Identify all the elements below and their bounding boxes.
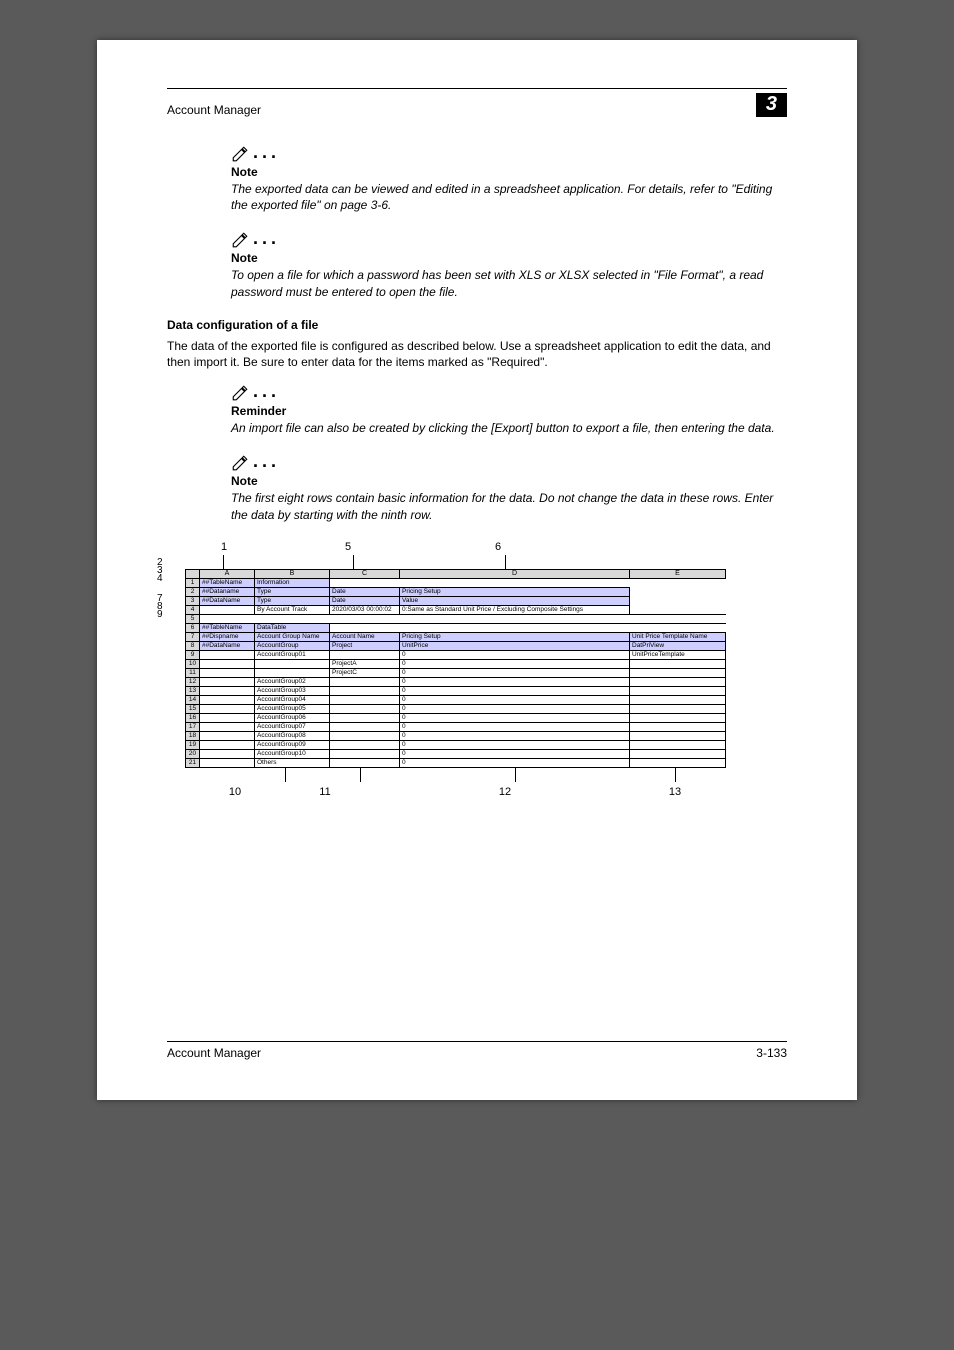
note-icon [231,454,249,472]
table-row: 5 [186,614,726,623]
table-row: 19AccountGroup090 [186,740,726,749]
table-row: 17AccountGroup070 [186,722,726,731]
callout-13: 13 [645,786,705,798]
table-row: 2##DatanameTypeDatePricing Setup [186,587,726,596]
table-row: 13AccountGroup030 [186,686,726,695]
table-row: 4By Account Track2020/03/03 00:00:020:Sa… [186,605,726,614]
document-page: Account Manager 3 ... Note The exported … [97,40,857,1100]
callout-4: 4 [157,575,163,583]
table-row: 20AccountGroup100 [186,749,726,758]
table-row: 14AccountGroup040 [186,695,726,704]
callout-9: 9 [157,611,163,619]
table-row: 7##DispnameAccount Group NameAccount Nam… [186,632,726,641]
note-block-1: ... Note The exported data can be viewed… [231,145,787,213]
section-heading: Data configuration of a file [167,318,787,332]
reminder-label: Reminder [231,404,787,418]
main-content: ... Note The exported data can be viewed… [231,145,787,798]
note-label: Note [231,474,787,488]
page-header: Account Manager 3 [167,93,787,117]
page-footer: Account Manager 3-133 [167,1041,787,1060]
header-rule [167,88,787,89]
left-callouts: 2 3 4 7 8 9 [157,559,163,619]
ellipsis-icon: ... [253,382,280,400]
table-row: 18AccountGroup080 [186,731,726,740]
spreadsheet-table: A B C D E 1##TableNameInformation 2##Dat… [185,569,726,768]
callout-10: 10 [185,786,285,798]
callout-11: 11 [285,786,365,798]
note-block-3: ... Note The first eight rows contain ba… [231,454,787,522]
table-row: 8##DataNameAccountGroupProjectUnitPriceD… [186,641,726,650]
note-icon [231,231,249,249]
column-header-row: A B C D E [186,569,726,578]
table-row: 15AccountGroup050 [186,704,726,713]
callout-1: 1 [185,541,263,553]
callout-6: 6 [413,541,583,553]
reminder-body: An import file can also be created by cl… [231,420,787,436]
footer-left: Account Manager [167,1046,261,1060]
reminder-block: ... Reminder An import file can also be … [231,384,787,436]
spreadsheet-figure: 1 5 6 2 3 4 7 8 9 [167,541,787,798]
callout-5: 5 [283,541,413,553]
ellipsis-icon: ... [253,143,280,161]
note-body: The exported data can be viewed and edit… [231,181,787,213]
note-icon [231,145,249,163]
note-label: Note [231,165,787,179]
table-row: 6##TableNameDataTable [186,623,726,632]
table-row: 11ProjectC0 [186,668,726,677]
note-body: To open a file for which a password has … [231,267,787,299]
section-paragraph: The data of the exported file is configu… [167,338,787,370]
footer-rule [167,1041,787,1042]
chapter-number: 3 [756,93,787,117]
table-row: 21Others0 [186,758,726,767]
table-row: 10ProjectA0 [186,659,726,668]
running-title: Account Manager [167,103,261,117]
table-row: 12AccountGroup020 [186,677,726,686]
note-label: Note [231,251,787,265]
bottom-callouts: 10 11 12 13 [185,786,787,798]
note-body: The first eight rows contain basic infor… [231,490,787,522]
note-icon [231,384,249,402]
ellipsis-icon: ... [253,229,280,247]
table-row: 1##TableNameInformation [186,578,726,587]
footer-right: 3-133 [756,1046,787,1060]
top-callouts: 1 5 6 [185,541,787,553]
note-block-2: ... Note To open a file for which a pass… [231,231,787,299]
table-row: 16AccountGroup060 [186,713,726,722]
table-row: 3##DataNameTypeDateValue [186,596,726,605]
ellipsis-icon: ... [253,452,280,470]
callout-12: 12 [365,786,645,798]
table-row: 9AccountGroup010UnitPriceTemplate [186,650,726,659]
